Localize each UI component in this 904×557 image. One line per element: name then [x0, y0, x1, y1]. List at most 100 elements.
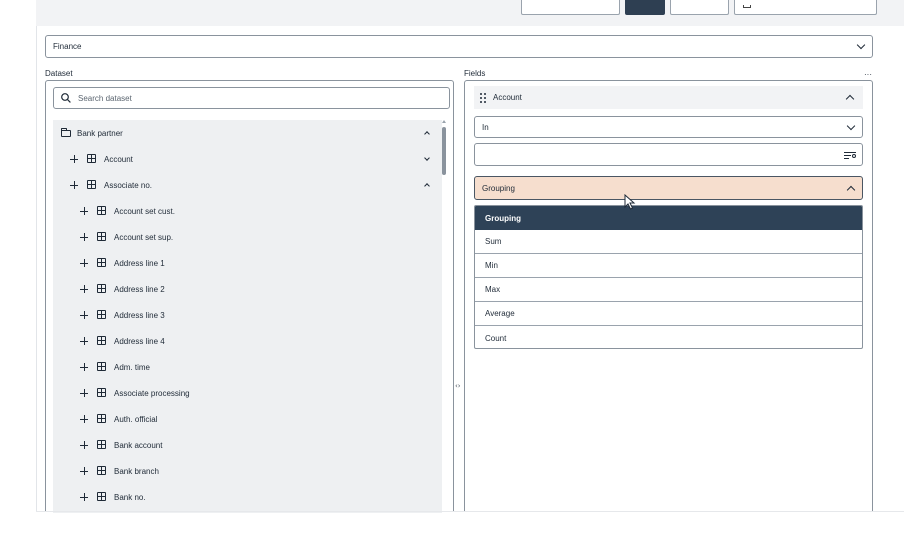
tree-field-row[interactable]: Account set cust. [53, 198, 442, 224]
scroll-thumb[interactable] [442, 127, 446, 175]
dataset-tree: Bank partner Account Associate no. Accou… [53, 120, 442, 513]
bottom-divider [36, 511, 904, 512]
tree-root-bank-partner[interactable]: Bank partner [53, 120, 442, 146]
module-select-value: Finance [53, 42, 82, 51]
toolbar-select[interactable] [734, 0, 877, 15]
tree-field-row[interactable]: Account set sup. [53, 224, 442, 250]
search-placeholder: Search dataset [78, 94, 132, 103]
chevron-down-icon[interactable] [424, 155, 430, 161]
dataset-panel: Search dataset Bank partner Account Asso… [45, 80, 454, 513]
chevron-up-icon[interactable] [424, 131, 430, 137]
toolbar-button-primary[interactable] [625, 0, 665, 15]
tree-group-label: Account [104, 154, 133, 164]
tree-group-associate-no[interactable]: Associate no. [53, 172, 442, 198]
tree-field-row[interactable]: Associate processing [53, 380, 442, 406]
aggregation-dropdown: Grouping Sum Min Max Average Count [474, 205, 863, 349]
dataset-label: Dataset [45, 69, 73, 78]
chevron-up-icon[interactable] [845, 94, 855, 104]
tree-field-row[interactable]: Address line 3 [53, 302, 442, 328]
plus-icon[interactable] [70, 155, 78, 163]
aggregation-option-min[interactable]: Min [475, 254, 862, 278]
tree-root-label: Bank partner [77, 128, 123, 138]
tree-field-row[interactable]: Address line 1 [53, 250, 442, 276]
dataset-scrollbar[interactable] [441, 120, 447, 512]
plus-icon[interactable] [70, 181, 78, 189]
field-card-title: Account [493, 93, 522, 102]
tree-field-label: Associate processing [114, 388, 190, 398]
tree-field-row[interactable]: Adm. time [53, 354, 442, 380]
fields-more-button[interactable]: ··· [864, 70, 872, 79]
tree-field-label: Adm. time [114, 362, 151, 372]
tree-group-account[interactable]: Account [53, 146, 442, 172]
plus-icon[interactable] [80, 311, 88, 319]
plus-icon[interactable] [80, 207, 88, 215]
plus-icon[interactable] [80, 493, 88, 501]
aggregation-option-count[interactable]: Count [475, 326, 862, 348]
scroll-up-arrow-icon[interactable] [442, 120, 446, 123]
table-icon [87, 154, 96, 163]
resize-splitter-icon[interactable]: ‹› [455, 382, 463, 392]
tree-field-label: Address line 1 [114, 258, 165, 268]
tree-field-label: Bank no. [114, 492, 146, 502]
tree-field-row[interactable]: Address line 2 [53, 276, 442, 302]
chevron-down-icon [856, 40, 866, 50]
table-icon [97, 284, 106, 293]
filter-list-icon[interactable] [844, 151, 856, 160]
plus-icon[interactable] [80, 415, 88, 423]
toolbar-button-3[interactable] [670, 0, 729, 15]
aggregation-option-grouping[interactable]: Grouping [475, 206, 862, 230]
tree-field-row[interactable]: Bank account [53, 432, 442, 458]
operator-select-value: In [482, 122, 489, 132]
left-rail-divider [36, 26, 37, 512]
table-icon [97, 206, 106, 215]
tree-field-label: Address line 3 [114, 310, 165, 320]
tree-field-label: Address line 2 [114, 284, 165, 294]
tree-field-label: Account set cust. [114, 206, 175, 216]
plus-icon[interactable] [80, 285, 88, 293]
tree-field-label: Auth. official [114, 414, 158, 424]
table-icon [97, 362, 106, 371]
plus-icon[interactable] [80, 441, 88, 449]
plus-icon[interactable] [80, 389, 88, 397]
drag-handle-icon[interactable] [480, 93, 486, 103]
tree-field-row[interactable]: Bank no. [53, 484, 442, 510]
table-icon [97, 258, 106, 267]
tree-field-label: Account set sup. [114, 232, 174, 242]
plus-icon[interactable] [80, 259, 88, 267]
tree-field-label: Bank branch [114, 466, 159, 476]
module-select[interactable]: Finance [45, 35, 873, 58]
aggregation-select-value: Grouping [482, 183, 515, 193]
toolbar-button-1[interactable] [521, 0, 620, 15]
fields-label: Fields [464, 69, 486, 78]
toolbar-select-icon [743, 5, 751, 8]
chevron-up-icon[interactable] [424, 183, 430, 189]
plus-icon[interactable] [80, 467, 88, 475]
table-icon [97, 492, 106, 501]
aggregation-option-max[interactable]: Max [475, 278, 862, 302]
plus-icon[interactable] [80, 363, 88, 371]
dataset-search-input[interactable]: Search dataset [53, 87, 450, 109]
table-icon [97, 336, 106, 345]
operator-select[interactable]: In [474, 116, 863, 138]
table-icon [87, 180, 96, 189]
aggregation-select[interactable]: Grouping [474, 176, 863, 200]
tree-field-label: Address line 4 [114, 336, 165, 346]
tree-field-row[interactable]: Auth. official [53, 406, 442, 432]
tree-field-label: Bank account [114, 440, 163, 450]
table-icon [97, 388, 106, 397]
aggregation-option-sum[interactable]: Sum [475, 230, 862, 254]
folder-icon [61, 128, 71, 137]
plus-icon[interactable] [80, 233, 88, 241]
chevron-down-icon [846, 121, 856, 131]
chevron-up-icon [846, 185, 856, 195]
tree-group-label: Associate no. [104, 180, 153, 190]
tree-field-row[interactable]: Bank branch [53, 458, 442, 484]
field-card-header[interactable]: Account [474, 86, 863, 109]
table-icon [97, 466, 106, 475]
tree-field-row[interactable]: Address line 4 [53, 328, 442, 354]
field-value-input[interactable] [474, 143, 863, 166]
aggregation-option-average[interactable]: Average [475, 302, 862, 326]
table-icon [97, 232, 106, 241]
plus-icon[interactable] [80, 337, 88, 345]
table-icon [97, 310, 106, 319]
